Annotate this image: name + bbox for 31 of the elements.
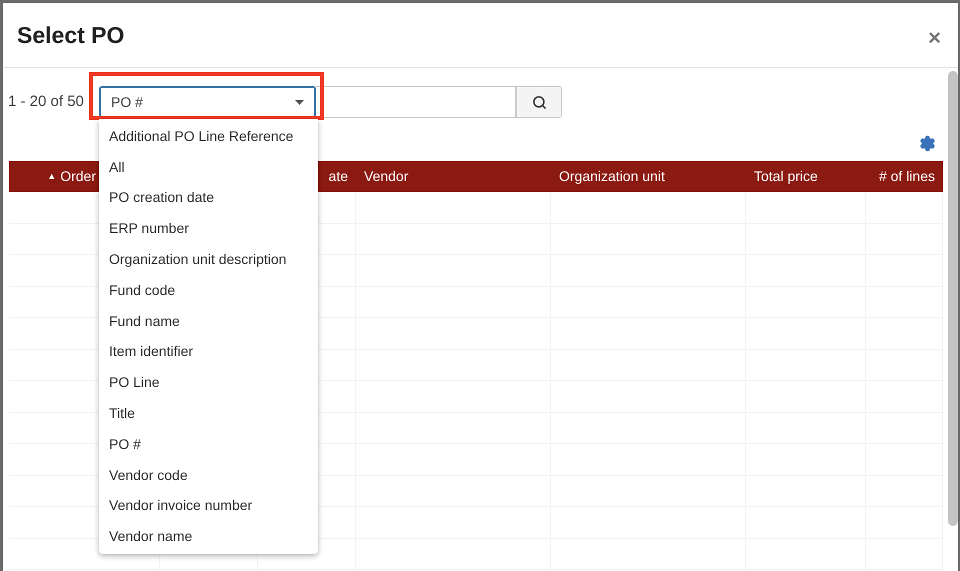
column-header[interactable]: Total price — [754, 166, 818, 187]
dropdown-option[interactable]: Additional PO Line Reference — [99, 121, 318, 152]
column-header[interactable]: ate — [328, 166, 348, 187]
dropdown-option[interactable]: ERP number — [99, 213, 318, 244]
dropdown-option[interactable]: PO # — [99, 428, 318, 460]
dialog-title: Select PO — [17, 20, 124, 50]
dropdown-option[interactable]: Vendor code — [99, 460, 318, 491]
dropdown-option[interactable]: Fund name — [99, 306, 318, 337]
search-icon — [532, 94, 546, 110]
column-header[interactable]: Vendor — [364, 166, 408, 187]
result-count: 1 - 20 of 50 — [8, 92, 85, 112]
dropdown-option[interactable]: Organization unit description — [99, 244, 318, 275]
dropdown-option[interactable]: Title — [99, 398, 318, 429]
dropdown-option[interactable]: PO creation date — [99, 182, 318, 214]
dropdown-option[interactable]: PO Line — [99, 367, 318, 398]
sort-indicator: ▲ — [47, 170, 56, 183]
column-header[interactable]: Order — [60, 166, 96, 187]
caret-icon — [295, 100, 304, 104]
search-button[interactable] — [516, 86, 562, 118]
search-by-select[interactable]: PO # — [99, 86, 316, 118]
dropdown-option[interactable]: Fund code — [99, 274, 318, 306]
dropdown-option[interactable]: Vendor name — [99, 521, 318, 552]
search-field[interactable] — [316, 86, 516, 118]
column-header[interactable]: Organization unit — [559, 166, 665, 187]
close-button[interactable]: × — [928, 27, 941, 49]
dropdown-option[interactable]: Vendor invoice number — [99, 490, 318, 522]
dropdown-option[interactable]: Item identifier — [99, 336, 318, 368]
scrollbar[interactable] — [948, 71, 958, 526]
settings-icon[interactable] — [919, 134, 936, 152]
column-header[interactable]: # of lines — [878, 166, 935, 187]
dropdown-option[interactable]: All — [99, 152, 318, 183]
